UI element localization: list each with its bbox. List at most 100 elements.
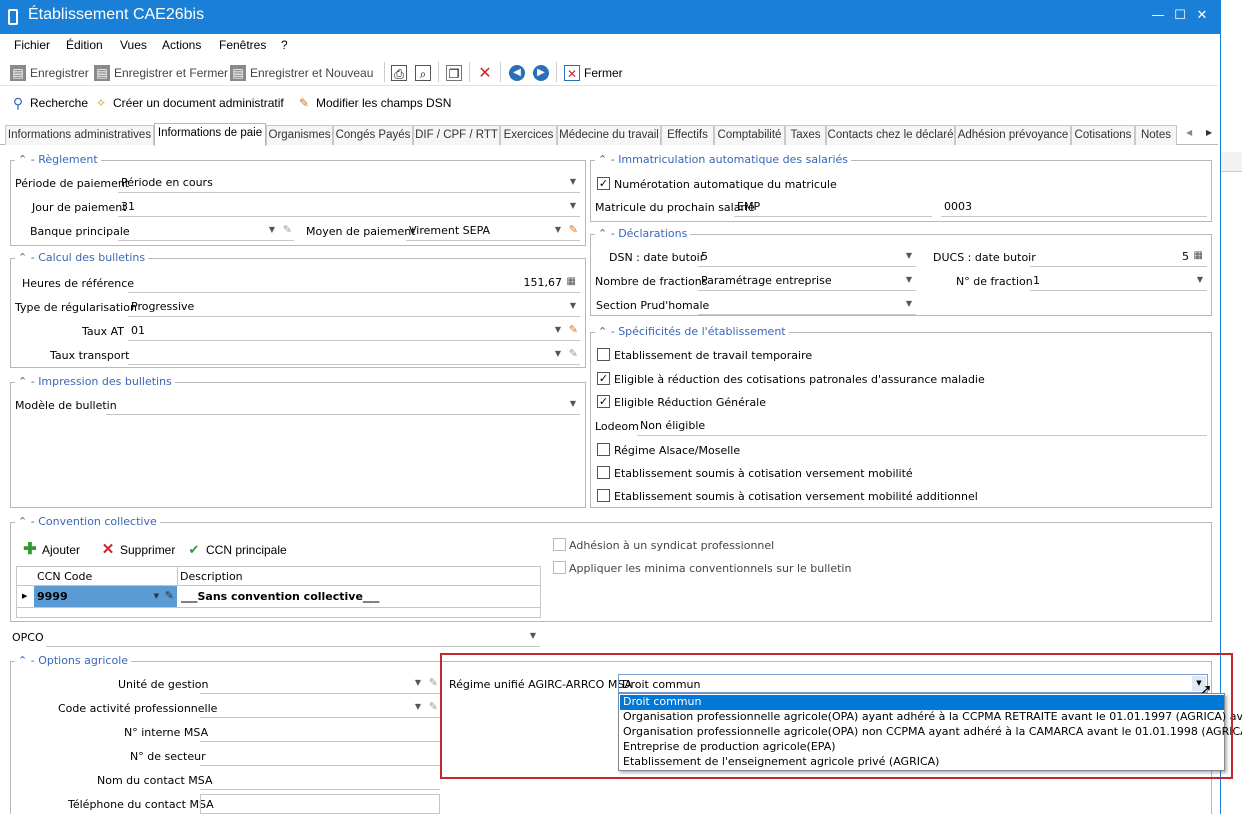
modele-select[interactable]: ▼ <box>106 395 580 415</box>
banque-select[interactable]: ▼ ✎ <box>118 221 294 241</box>
tab-scroll-right-icon[interactable]: ▶ <box>1206 128 1212 137</box>
close-window-button[interactable]: ✕ <box>1192 6 1212 26</box>
save-new-button[interactable]: ▤ Enregistrer et Nouveau <box>230 64 373 82</box>
add-ccn-button[interactable]: ✚ Ajouter <box>22 541 80 559</box>
alsace-moselle-checkbox[interactable] <box>597 443 610 456</box>
tab-effectifs[interactable]: Effectifs <box>661 125 714 145</box>
heures-field[interactable]: 151,67 ▦ <box>128 273 580 293</box>
reduction-generale-checkbox[interactable]: ✓ <box>597 395 610 408</box>
delete-ccn-button[interactable]: ✕ Supprimer <box>100 541 176 559</box>
code-activite-select[interactable]: ▼ ✎ <box>200 698 440 718</box>
col-ccn-code[interactable]: CCN Code <box>37 570 92 583</box>
reglement-group-title[interactable]: ⌃ - Règlement <box>15 153 101 166</box>
prudhomale-select[interactable]: ▼ <box>698 295 916 315</box>
close-form-button[interactable]: ✕ Fermer <box>564 64 623 82</box>
convention-group-title[interactable]: ⌃ - Convention collective <box>15 515 160 528</box>
versement-mobilite-label: Etablissement soumis à cotisation versem… <box>614 467 913 480</box>
table-row[interactable]: ▶ 9999 ▼ ✎ ___Sans convention collective__… <box>17 586 540 608</box>
reduction-maladie-checkbox[interactable]: ✓ <box>597 372 610 385</box>
maximize-button[interactable]: ☐ <box>1170 6 1190 26</box>
pencil-icon[interactable]: ✎ <box>569 347 578 360</box>
matricule-number-field[interactable]: 0003 <box>941 197 1207 217</box>
auto-matricule-checkbox[interactable]: ✓ <box>597 177 610 190</box>
specificites-group-title[interactable]: ⌃ - Spécificités de l'établissement <box>595 325 789 338</box>
print-preview-icon[interactable]: ⌕ <box>415 65 431 81</box>
menu-actions[interactable]: Actions <box>162 38 201 52</box>
travail-temporaire-checkbox[interactable] <box>597 348 610 361</box>
lodeom-field[interactable]: Non éligible <box>637 416 1207 436</box>
fractions-select[interactable]: Paramétrage entreprise ▼ <box>698 271 916 291</box>
print-icon[interactable]: ⎙ <box>391 65 407 81</box>
menu-help[interactable]: ? <box>281 38 288 52</box>
tab-medecine-du-travail[interactable]: Médecine du travail <box>557 125 661 145</box>
versement-mobilite-additionnel-label: Etablissement soumis à cotisation versem… <box>614 490 978 503</box>
menu-fichier[interactable]: Fichier <box>14 38 50 52</box>
tab-organismes[interactable]: Organismes <box>266 125 333 145</box>
pencil-icon[interactable]: ✎ <box>429 700 438 713</box>
immatriculation-group-title[interactable]: ⌃ - Immatriculation automatique des sala… <box>595 153 852 166</box>
col-description[interactable]: Description <box>180 570 243 583</box>
moyen-select[interactable]: Virement SEPA ▼ ✎ <box>406 221 580 241</box>
menu-fenetres[interactable]: Fenêtres <box>219 38 266 52</box>
pencil-icon[interactable]: ✎ <box>283 223 292 236</box>
pencil-icon[interactable]: ✎ <box>569 223 578 236</box>
copy-icon[interactable]: ❐ <box>446 65 462 81</box>
tab-exercices[interactable]: Exercices <box>500 125 557 145</box>
declarations-group-title[interactable]: ⌃ - Déclarations <box>595 227 691 240</box>
versement-mobilite-additionnel-checkbox[interactable] <box>597 489 610 502</box>
tab-scroll-left-icon[interactable]: ◀ <box>1186 128 1192 137</box>
calculator-icon[interactable]: ▦ <box>567 276 576 287</box>
syndicat-checkbox[interactable] <box>553 538 566 551</box>
taux-at-select[interactable]: 01 ▼ ✎ <box>128 321 580 341</box>
code-activite-label: Code activité professionnelle <box>58 702 218 715</box>
opco-select[interactable]: ▼ <box>46 627 540 647</box>
create-document-button[interactable]: ✧ Créer un document administratif <box>93 94 284 112</box>
pencil-icon[interactable]: ✎ <box>165 589 174 602</box>
tab-informations-de-paie[interactable]: Informations de paie <box>154 123 266 146</box>
tab-comptabilite[interactable]: Comptabilité <box>714 125 785 145</box>
tab-contacts-chez-le-declare[interactable]: Contacts chez le déclaré <box>826 125 955 145</box>
tab-informations-administratives[interactable]: Informations administratives <box>5 125 154 145</box>
delete-icon[interactable]: ✕ <box>477 65 493 81</box>
next-arrow-icon[interactable]: ▶ <box>533 65 549 81</box>
periode-select[interactable]: Période en cours ▼ <box>118 173 580 193</box>
secteur-field[interactable] <box>200 746 440 766</box>
impression-group-title[interactable]: ⌃ - Impression des bulletins <box>15 375 175 388</box>
tab-notes[interactable]: Notes <box>1135 125 1177 145</box>
regul-select[interactable]: Progressive ▼ <box>128 297 580 317</box>
pencil-icon[interactable]: ✎ <box>569 323 578 336</box>
taux-transport-select[interactable]: ▼ ✎ <box>128 345 580 365</box>
unite-select[interactable]: ▼ ✎ <box>200 674 440 694</box>
previous-arrow-icon[interactable]: ◀ <box>509 65 525 81</box>
ccn-code-cell[interactable]: 9999 ▼ ✎ <box>34 586 177 607</box>
tab-cotisations[interactable]: Cotisations <box>1071 125 1135 145</box>
calcul-group-title[interactable]: ⌃ - Calcul des bulletins <box>15 251 149 264</box>
ccn-principale-button[interactable]: ✔ CCN principale <box>186 541 287 559</box>
magic-wand-icon: ✧ <box>95 96 107 110</box>
pencil-icon[interactable]: ✎ <box>429 676 438 689</box>
tab-conges-payes[interactable]: Congés Payés <box>333 125 413 145</box>
contact-msa-field[interactable] <box>200 770 440 790</box>
msa-field[interactable] <box>200 722 440 742</box>
save-close-button[interactable]: ▤ Enregistrer et Fermer <box>94 64 228 82</box>
search-button[interactable]: ⚲ Recherche <box>10 94 88 112</box>
ducs-field[interactable]: 5 ▦ <box>1030 247 1207 267</box>
periode-label: Période de paiement <box>15 177 130 190</box>
nfraction-select[interactable]: 1 ▼ <box>1030 271 1207 291</box>
save-button[interactable]: ▤ Enregistrer <box>10 64 89 82</box>
calculator-icon[interactable]: ▦ <box>1194 250 1203 261</box>
minima-checkbox[interactable] <box>553 561 566 574</box>
menu-vues[interactable]: Vues <box>120 38 147 52</box>
tab-taxes[interactable]: Taxes <box>785 125 826 145</box>
menu-edition[interactable]: Édition <box>66 38 103 52</box>
minimize-button[interactable]: — <box>1148 6 1168 26</box>
matricule-prefix-field[interactable]: EMP <box>734 197 932 217</box>
telephone-msa-field[interactable] <box>200 794 440 814</box>
tab-adhesion-prevoyance[interactable]: Adhésion prévoyance <box>955 125 1071 145</box>
edit-dsn-button[interactable]: ✎ Modifier les champs DSN <box>296 94 451 112</box>
agricole-group-title[interactable]: ⌃ - Options agricole <box>15 654 132 667</box>
versement-mobilite-checkbox[interactable] <box>597 466 610 479</box>
jour-select[interactable]: 31 ▼ <box>118 197 580 217</box>
dsn-select[interactable]: 5 ▼ <box>698 247 916 267</box>
tab-dif-cpf-rtt[interactable]: DIF / CPF / RTT <box>413 125 500 145</box>
